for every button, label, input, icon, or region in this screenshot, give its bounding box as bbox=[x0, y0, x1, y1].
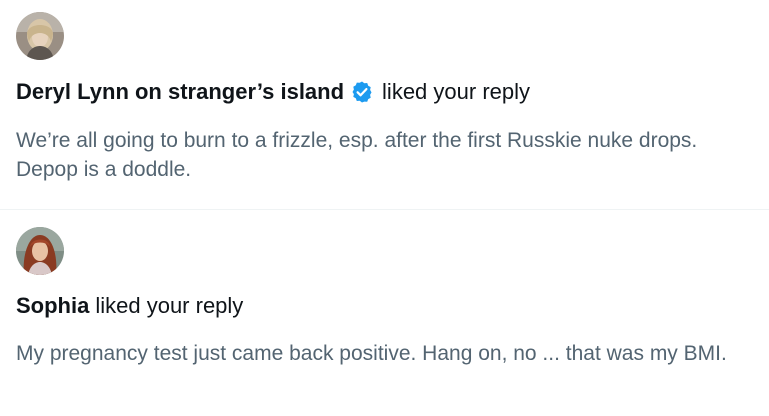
reply-text: My pregnancy test just came back positiv… bbox=[16, 342, 727, 365]
notification-action-text: liked your reply bbox=[95, 293, 244, 318]
avatar-photo-icon bbox=[16, 12, 64, 60]
notification-action-text: liked your reply bbox=[382, 79, 530, 104]
user-name-link[interactable]: Sophia bbox=[16, 292, 89, 320]
verified-badge-icon bbox=[350, 80, 374, 104]
user-avatar[interactable] bbox=[16, 227, 64, 275]
user-name-link[interactable]: Deryl Lynn on stranger’s island bbox=[16, 78, 344, 106]
notification-item[interactable]: Sophia liked your reply My pregnancy tes… bbox=[0, 210, 769, 416]
notification-headline: Deryl Lynn on stranger’s island liked yo… bbox=[16, 78, 761, 106]
notification-headline: Sophia liked your reply bbox=[16, 292, 761, 320]
notification-item[interactable]: Deryl Lynn on stranger’s island liked yo… bbox=[0, 0, 769, 210]
avatar-photo-icon bbox=[16, 227, 64, 275]
user-avatar[interactable] bbox=[16, 12, 64, 60]
reply-text: We’re all going to burn to a frizzle, es… bbox=[16, 129, 698, 181]
